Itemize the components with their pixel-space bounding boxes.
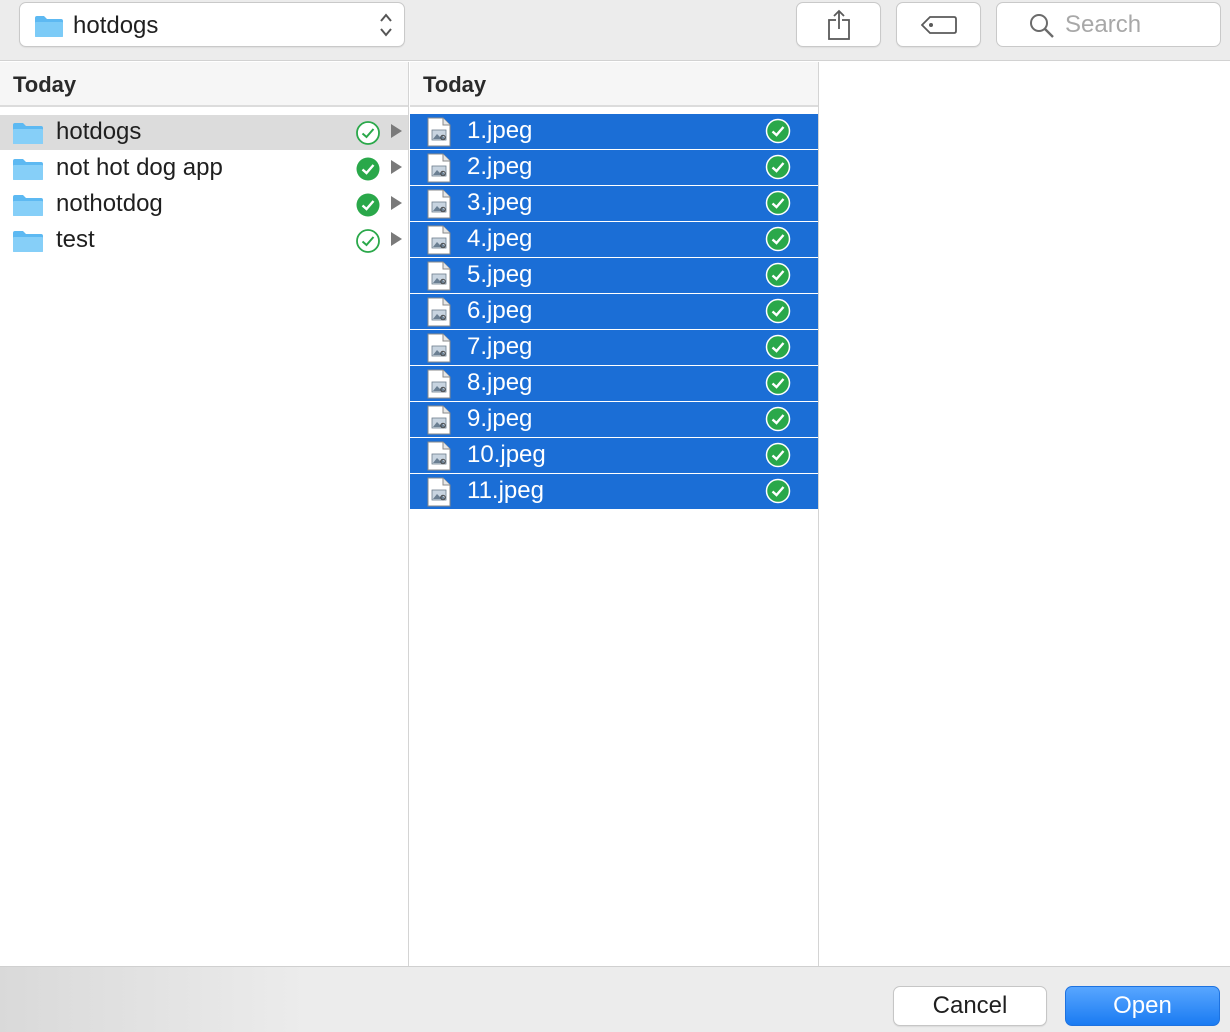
search-field[interactable] xyxy=(996,2,1221,47)
jpeg-file-icon xyxy=(427,477,451,512)
file-row[interactable]: 11.jpeg xyxy=(410,474,818,509)
file-row[interactable]: 1.jpeg xyxy=(410,114,818,149)
column-header-label: Today xyxy=(423,72,487,97)
folder-icon xyxy=(12,229,44,258)
sync-status-icon xyxy=(765,190,791,221)
folder-icon xyxy=(12,157,44,186)
file-name: 5.jpeg xyxy=(467,261,533,288)
file-row[interactable]: 6.jpeg xyxy=(410,294,818,329)
jpeg-file-icon xyxy=(427,153,451,188)
folder-row[interactable]: nothotdog xyxy=(0,187,408,222)
cancel-button[interactable]: Cancel xyxy=(893,986,1047,1026)
sync-status-icon xyxy=(355,228,381,259)
sync-status-icon xyxy=(765,442,791,473)
sync-status-icon xyxy=(765,262,791,293)
file-name: 10.jpeg xyxy=(467,441,546,468)
file-name: 4.jpeg xyxy=(467,225,533,252)
sync-status-icon xyxy=(765,154,791,185)
path-popup-button[interactable]: hotdogs xyxy=(19,2,405,47)
file-row[interactable]: 5.jpeg xyxy=(410,258,818,293)
jpeg-file-icon xyxy=(427,405,451,440)
jpeg-file-icon xyxy=(427,333,451,368)
path-label: hotdogs xyxy=(73,12,159,39)
column-header: Today xyxy=(410,62,818,107)
folder-name: not hot dog app xyxy=(56,154,223,181)
jpeg-file-icon xyxy=(427,297,451,332)
file-row[interactable]: 7.jpeg xyxy=(410,330,818,365)
sync-status-icon xyxy=(355,192,381,223)
jpeg-file-icon xyxy=(427,261,451,296)
disclosure-arrow-icon xyxy=(391,232,402,246)
file-name: 8.jpeg xyxy=(467,369,533,396)
folder-icon xyxy=(34,14,64,43)
jpeg-file-icon xyxy=(427,225,451,260)
sync-status-icon xyxy=(765,334,791,365)
folder-icon xyxy=(12,193,44,222)
sync-status-icon xyxy=(765,298,791,329)
toolbar: hotdogs xyxy=(0,0,1230,61)
preview-pane xyxy=(820,62,1230,966)
folder-row[interactable]: test xyxy=(0,223,408,258)
bottom-bar: Cancel Open xyxy=(0,966,1230,1032)
file-name: 1.jpeg xyxy=(467,117,533,144)
share-button[interactable] xyxy=(796,2,881,47)
file-name: 6.jpeg xyxy=(467,297,533,324)
sync-status-icon xyxy=(355,120,381,151)
file-row[interactable]: 3.jpeg xyxy=(410,186,818,221)
disclosure-arrow-icon xyxy=(391,124,402,138)
column-folders: Today hotdogs not hot dog app nothotdog tes… xyxy=(0,62,409,966)
folder-row[interactable]: not hot dog app xyxy=(0,151,408,186)
open-button[interactable]: Open xyxy=(1065,986,1220,1026)
sync-status-icon xyxy=(765,370,791,401)
file-name: 3.jpeg xyxy=(467,189,533,216)
sync-status-icon xyxy=(765,406,791,437)
sync-status-icon xyxy=(355,156,381,187)
sync-status-icon xyxy=(765,226,791,257)
folder-row[interactable]: hotdogs xyxy=(0,115,408,150)
jpeg-file-icon xyxy=(427,189,451,224)
file-name: 11.jpeg xyxy=(467,477,544,504)
search-input[interactable] xyxy=(1063,9,1213,41)
file-row[interactable]: 10.jpeg xyxy=(410,438,818,473)
folder-name: test xyxy=(56,226,95,253)
file-row[interactable]: 9.jpeg xyxy=(410,402,818,437)
folder-icon xyxy=(12,121,44,150)
file-name: 2.jpeg xyxy=(467,153,533,180)
column-header-label: Today xyxy=(13,72,77,97)
column-header: Today xyxy=(0,62,408,107)
file-name: 9.jpeg xyxy=(467,405,533,432)
sync-status-icon xyxy=(765,478,791,509)
sync-status-icon xyxy=(765,118,791,149)
column-files: Today 1.jpeg 2.jpeg 3.jpeg 4.jpeg 5.jpeg 6.jp… xyxy=(410,62,819,966)
jpeg-file-icon xyxy=(427,441,451,476)
tag-button[interactable] xyxy=(896,2,981,47)
jpeg-file-icon xyxy=(427,117,451,152)
folder-name: hotdogs xyxy=(56,118,142,145)
folder-name: nothotdog xyxy=(56,190,163,217)
share-icon xyxy=(826,9,852,46)
chevron-updown-icon xyxy=(378,11,394,44)
file-row[interactable]: 8.jpeg xyxy=(410,366,818,401)
tag-icon xyxy=(920,16,957,39)
file-name: 7.jpeg xyxy=(467,333,533,360)
file-row[interactable]: 4.jpeg xyxy=(410,222,818,257)
jpeg-file-icon xyxy=(427,369,451,404)
disclosure-arrow-icon xyxy=(391,196,402,210)
search-icon xyxy=(1029,13,1055,44)
file-row[interactable]: 2.jpeg xyxy=(410,150,818,185)
disclosure-arrow-icon xyxy=(391,160,402,174)
